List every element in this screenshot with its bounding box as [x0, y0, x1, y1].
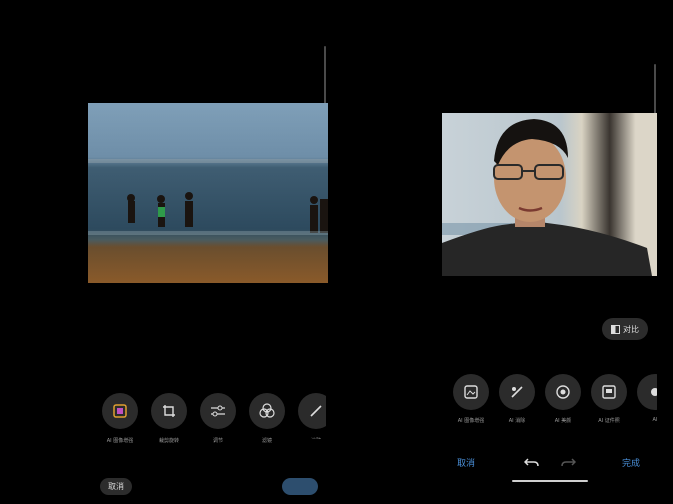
- left-tool-ai-image[interactable]: [102, 393, 138, 429]
- right-tool-more[interactable]: [637, 374, 657, 410]
- left-tool-label-0: AI 图像增强: [106, 438, 134, 444]
- beach-photo: [88, 103, 328, 283]
- right-tool-label-0: AI 图像增强: [457, 418, 485, 424]
- ai-retouch-icon: [511, 386, 523, 398]
- left-tool-brush[interactable]: [298, 393, 326, 429]
- adjust-icon: [211, 405, 225, 417]
- ai-image-icon: [464, 385, 478, 399]
- ai-image-icon: [113, 404, 127, 418]
- right-scrollbar[interactable]: [654, 64, 656, 120]
- portrait-photo: [442, 113, 657, 276]
- left-tool-label-1: 裁剪旋转: [158, 438, 179, 444]
- portrait-scene: [442, 119, 652, 276]
- left-tool-label-3: 滤镜: [261, 438, 272, 444]
- left-tool-label-2: 调节: [212, 438, 223, 444]
- more-tool-icon: [651, 388, 657, 396]
- filter-icon: [259, 403, 275, 418]
- left-tool-label-4: 涂鸦: [298, 437, 326, 439]
- right-tool-label-3: AI 证件照: [598, 418, 620, 424]
- ai-id-photo-icon: [602, 385, 616, 399]
- left-scrollbar[interactable]: [324, 46, 326, 106]
- right-tool-ai-beauty[interactable]: [545, 374, 581, 410]
- right-done-button[interactable]: 完成: [622, 456, 640, 469]
- right-tool-ai-image[interactable]: [453, 374, 489, 410]
- left-tool-adjust[interactable]: [200, 393, 236, 429]
- compare-button[interactable]: 对比: [602, 318, 648, 340]
- left-tool-filter[interactable]: [249, 393, 285, 429]
- right-tool-label-2: AI 美颜: [554, 418, 572, 424]
- left-save-button[interactable]: [282, 478, 318, 495]
- right-tool-ai-retouch[interactable]: [499, 374, 535, 410]
- right-tool-label-1: AI 消除: [508, 418, 526, 424]
- right-tool-ai-id-photo[interactable]: [591, 374, 627, 410]
- beach-scene: [88, 159, 328, 235]
- crop-rotate-icon: [163, 405, 175, 417]
- home-indicator: [512, 480, 588, 482]
- right-tool-label-4: AI: [652, 417, 657, 423]
- right-cancel-button[interactable]: 取消: [457, 456, 475, 469]
- redo-button[interactable]: [560, 454, 577, 468]
- ai-beauty-icon: [556, 385, 570, 399]
- compare-icon: [611, 324, 620, 334]
- left-tool-crop[interactable]: [151, 393, 187, 429]
- redo-icon: [561, 458, 577, 467]
- undo-button[interactable]: [523, 454, 540, 468]
- compare-label: 对比: [623, 324, 639, 334]
- left-cancel-button[interactable]: 取消: [100, 478, 132, 495]
- brush-icon: [310, 405, 322, 417]
- undo-icon: [523, 458, 539, 467]
